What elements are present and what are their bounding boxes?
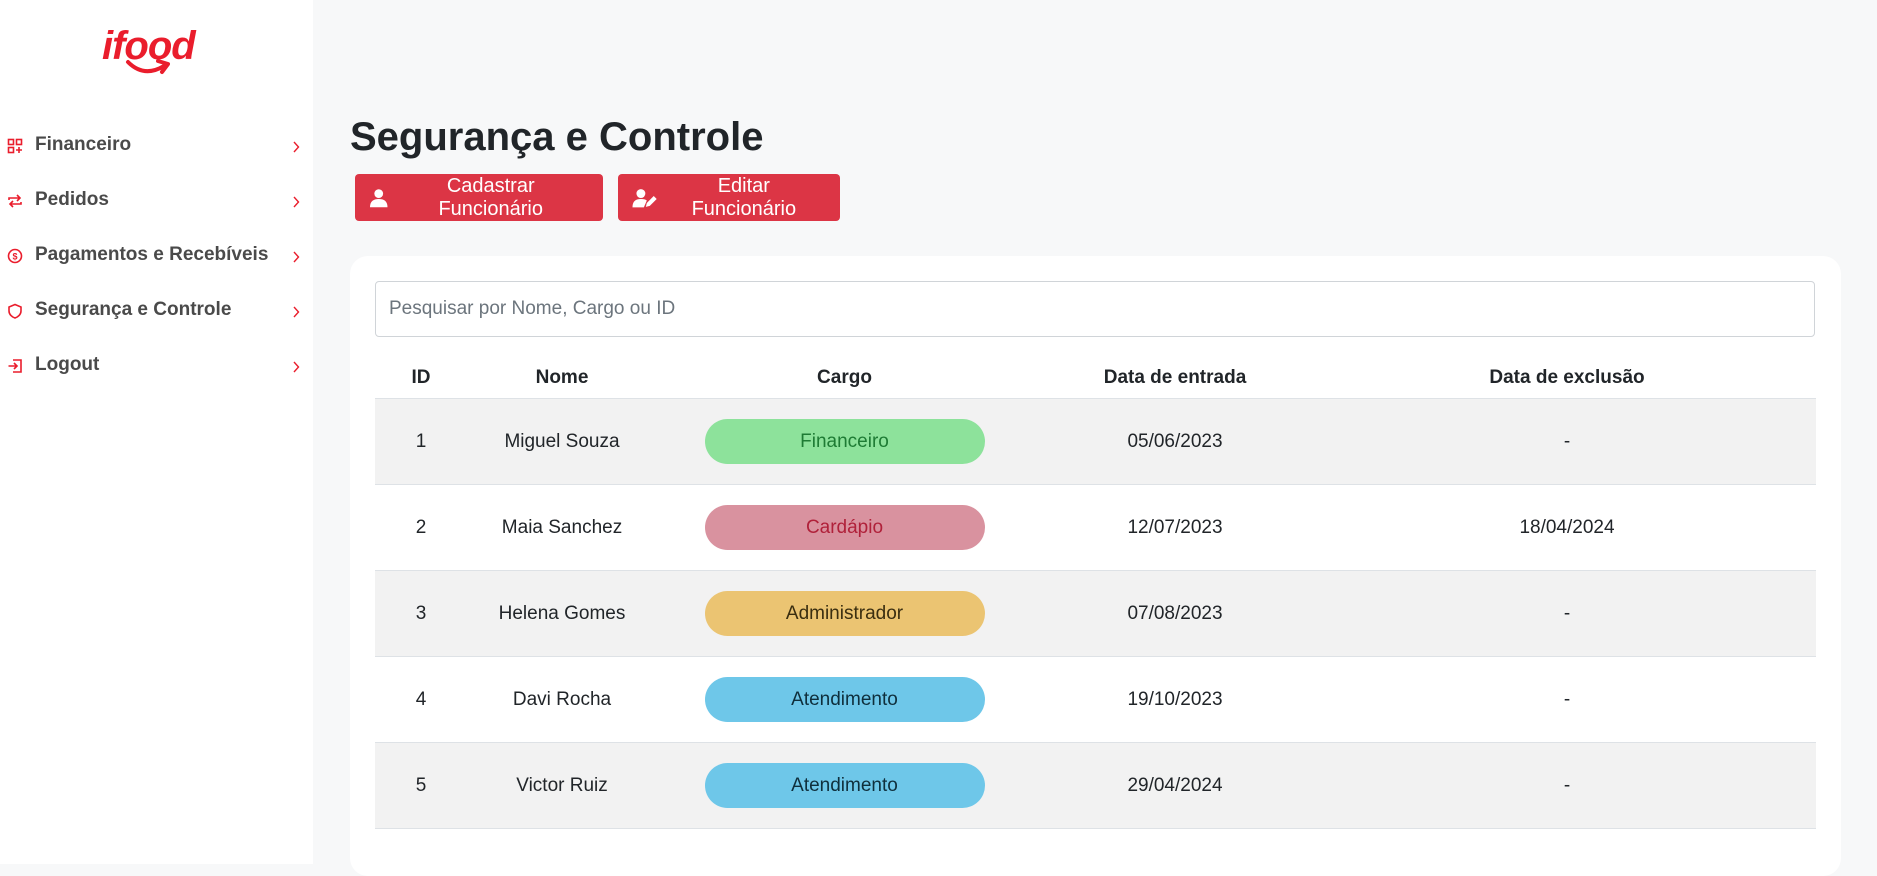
cell-cargo: Cardápio	[657, 484, 1032, 571]
table-header-row: ID Nome Cargo Data de entrada Data de ex…	[375, 358, 1816, 399]
chevron-right-icon	[293, 141, 300, 153]
logout-icon	[8, 359, 22, 373]
page-title: Segurança e Controle	[350, 115, 764, 159]
repeat-icon	[8, 194, 22, 208]
ifood-logo[interactable]: ifood	[102, 24, 212, 88]
cell-cargo: Administrador	[657, 570, 1032, 657]
sidebar-item-label: Logout	[35, 354, 100, 375]
cell-data-entrada: 05/06/2023	[1032, 398, 1318, 485]
cell-nome: Maia Sanchez	[467, 484, 657, 571]
sidebar-item-financeiro[interactable]: Financeiro	[0, 118, 313, 173]
sidebar-item-pagamentos[interactable]: $ Pagamentos e Recebíveis	[0, 228, 313, 283]
grid-icon	[7, 138, 23, 154]
sidebar-item-label: Pagamentos e Recebíveis	[35, 244, 269, 265]
sidebar-item-pedidos[interactable]: Pedidos	[0, 173, 313, 228]
cell-data-entrada: 29/04/2024	[1032, 742, 1318, 829]
cell-nome: Miguel Souza	[467, 398, 657, 485]
cell-cargo: Atendimento	[657, 656, 1032, 743]
cell-data-exclusao: 18/04/2024	[1318, 484, 1816, 571]
logo-smile-icon	[126, 59, 170, 74]
cell-nome: Helena Gomes	[467, 570, 657, 657]
sidebar-item-label: Financeiro	[35, 134, 132, 155]
sidebar: ifood Financeiro Pedidos $ Pagamentos e …	[0, 0, 313, 864]
cell-id: 3	[375, 570, 467, 657]
table-row[interactable]: 1 Miguel Souza Financeiro 05/06/2023 -	[375, 398, 1816, 485]
sidebar-item-label: Pedidos	[35, 189, 109, 210]
chevron-right-icon	[293, 251, 300, 263]
employees-table: ID Nome Cargo Data de entrada Data de ex…	[375, 358, 1816, 829]
role-badge: Atendimento	[704, 677, 985, 722]
cell-data-exclusao: -	[1318, 742, 1816, 829]
main-content: Segurança e Controle Cadastrar Funcionár…	[313, 0, 1877, 876]
chevron-right-icon	[293, 361, 300, 373]
role-badge: Financeiro	[704, 419, 985, 464]
svg-text:$: $	[12, 252, 17, 262]
table-row[interactable]: 5 Victor Ruiz Atendimento 29/04/2024 -	[375, 742, 1816, 829]
cell-data-exclusao: -	[1318, 656, 1816, 743]
cell-cargo: Financeiro	[657, 398, 1032, 485]
sidebar-item-logout[interactable]: Logout	[0, 338, 313, 393]
header-cargo[interactable]: Cargo	[657, 358, 1032, 399]
edit-employee-button[interactable]: Editar Funcionário	[618, 174, 840, 221]
cell-nome: Victor Ruiz	[467, 742, 657, 829]
role-badge: Atendimento	[704, 763, 985, 808]
table-row[interactable]: 3 Helena Gomes Administrador 07/08/2023 …	[375, 570, 1816, 657]
chevron-right-icon	[293, 306, 300, 318]
header-data-entrada[interactable]: Data de entrada	[1032, 358, 1318, 399]
header-id[interactable]: ID	[375, 358, 467, 399]
shield-icon	[8, 303, 22, 319]
chevron-right-icon	[293, 196, 300, 208]
cell-nome: Davi Rocha	[467, 656, 657, 743]
user-icon	[369, 188, 388, 207]
cell-id: 5	[375, 742, 467, 829]
dollar-circle-icon: $	[7, 248, 23, 264]
role-badge: Administrador	[704, 591, 985, 636]
sidebar-item-label: Segurança e Controle	[35, 299, 232, 320]
cell-data-entrada: 19/10/2023	[1032, 656, 1318, 743]
table-row[interactable]: 4 Davi Rocha Atendimento 19/10/2023 -	[375, 656, 1816, 743]
cell-id: 2	[375, 484, 467, 571]
add-employee-button[interactable]: Cadastrar Funcionário	[355, 174, 603, 221]
header-nome[interactable]: Nome	[467, 358, 657, 399]
table-row[interactable]: 2 Maia Sanchez Cardápio 12/07/2023 18/04…	[375, 484, 1816, 571]
role-badge: Cardápio	[704, 505, 985, 550]
header-data-exclusao[interactable]: Data de exclusão	[1318, 358, 1816, 399]
cell-data-entrada: 07/08/2023	[1032, 570, 1318, 657]
cell-id: 1	[375, 398, 467, 485]
user-edit-icon	[632, 188, 657, 207]
sidebar-item-seguranca[interactable]: Segurança e Controle	[0, 283, 313, 338]
cell-data-entrada: 12/07/2023	[1032, 484, 1318, 571]
cell-cargo: Atendimento	[657, 742, 1032, 829]
search-input[interactable]	[375, 281, 1815, 337]
cell-id: 4	[375, 656, 467, 743]
cell-data-exclusao: -	[1318, 398, 1816, 485]
cell-data-exclusao: -	[1318, 570, 1816, 657]
edit-employee-label: Editar Funcionário	[691, 174, 797, 220]
sidebar-nav: Financeiro Pedidos $ Pagamentos e Recebí…	[0, 118, 313, 393]
add-employee-label: Cadastrar Funcionário	[438, 174, 543, 220]
employees-card: ID Nome Cargo Data de entrada Data de ex…	[350, 256, 1841, 876]
